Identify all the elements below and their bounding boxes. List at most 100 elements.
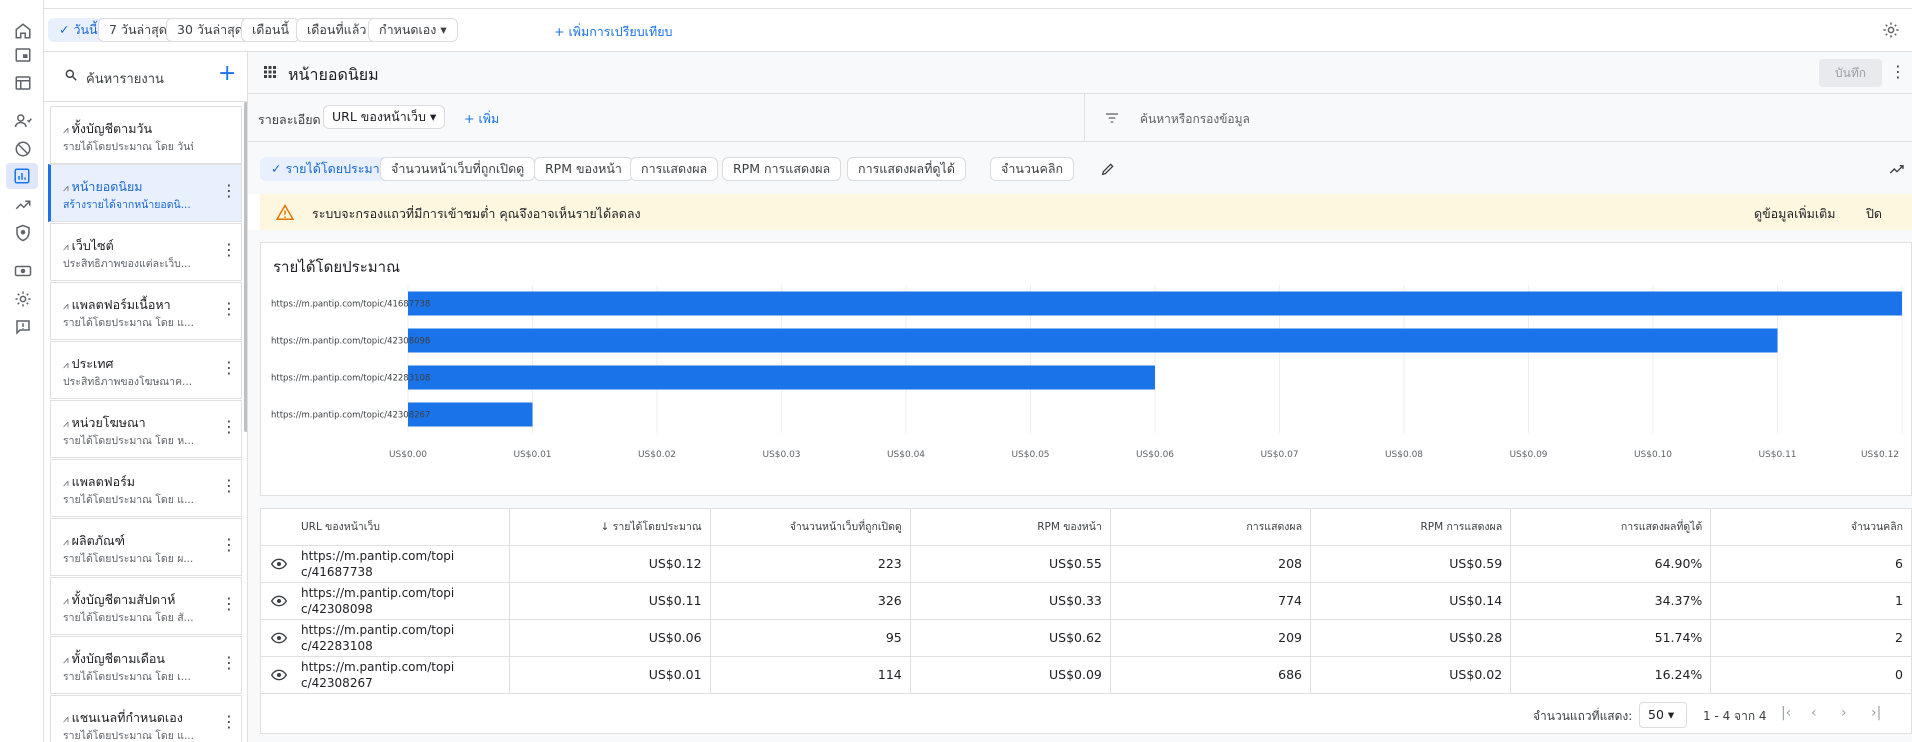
report-item[interactable]: ⩘ ทั้งบัญชีตามวัน รายได้โดยประมาณ โดย วันท… — [50, 106, 242, 164]
column-header[interactable]: จำนวนคลิก — [1710, 509, 1911, 546]
edit-icon[interactable] — [1100, 161, 1116, 177]
chart-line-icon: ⩘ — [63, 360, 69, 371]
value-cell: US$0.06 — [509, 619, 711, 657]
search-input[interactable]: ค้นหารายงาน — [86, 68, 164, 89]
ads-icon[interactable] — [14, 46, 32, 64]
chart-line-icon: ⩘ — [63, 301, 69, 312]
data-table: URL ของหน้าเว็บ ↓ รายได้โดยประมาณ จำนวนหน้… — [261, 509, 1911, 694]
eye-icon[interactable] — [270, 558, 288, 570]
bar[interactable] — [408, 291, 1902, 316]
prev-page-icon[interactable]: ‹ — [1811, 705, 1817, 721]
url-text: https://m.pantip.com/topic/42308267 — [301, 659, 455, 690]
value-cell: 64.90% — [1510, 545, 1712, 583]
more-vert-icon[interactable]: ⋮ — [221, 419, 237, 435]
report-item[interactable]: ⩘ แชนเนลที่กำหนดเอง รายได้โดยประมาณ โดย แ.… — [50, 695, 242, 742]
filter-input[interactable]: ค้นหาหรือกรองข้อมูล — [1140, 110, 1250, 129]
value-cell: 1 — [1710, 582, 1911, 620]
chart-line-icon: ⩘ — [63, 655, 69, 666]
more-vert-icon[interactable]: ⋮ — [221, 242, 237, 258]
feedback-icon[interactable] — [14, 318, 32, 336]
sites-icon[interactable] — [14, 74, 32, 92]
more-vert-icon[interactable]: ⋮ — [221, 183, 237, 199]
settings-icon[interactable] — [14, 290, 32, 308]
eye-icon[interactable] — [270, 669, 288, 681]
value-cell: 0 — [1710, 656, 1911, 694]
data-table-card: URL ของหน้าเว็บ ↓ รายได้โดยประมาณ จำนวนหน้… — [260, 508, 1912, 734]
block-icon[interactable] — [14, 140, 32, 158]
bar[interactable] — [408, 365, 1155, 390]
column-header[interactable]: การแสดงผล — [1110, 509, 1312, 546]
x-tick-label: US$0.04 — [887, 450, 925, 460]
chip-this-month[interactable]: เดือนนี้ — [241, 18, 300, 42]
chart-line-icon: ⩘ — [63, 537, 69, 548]
more-vert-icon[interactable]: ⋮ — [1890, 62, 1906, 81]
table-row: https://m.pantip.com/topic/42308267 US$0.… — [261, 656, 1911, 694]
metric-chip-impressions[interactable]: การแสดงผล — [630, 157, 719, 181]
more-vert-icon[interactable]: ⋮ — [221, 478, 237, 494]
more-vert-icon[interactable]: ⋮ — [221, 537, 237, 553]
x-tick-label: US$0.11 — [1758, 450, 1796, 460]
gear-icon[interactable] — [1882, 21, 1902, 41]
metric-chip-impression-rpm[interactable]: RPM การแสดงผล — [722, 157, 842, 181]
report-item[interactable]: ⩘ ทั้งบัญชีตามเดือน รายได้โดยประมาณ โดย เ.… — [50, 636, 242, 694]
reports-icon[interactable] — [6, 163, 38, 189]
optimization-icon[interactable] — [14, 196, 32, 214]
report-item[interactable]: ⩘ เว็บไซต์ ประสิทธิภาพของแต่ละเว็บ... ⋮ — [50, 223, 242, 281]
add-dimension-link[interactable]: + เพิ่ม — [464, 109, 499, 129]
dimension-dropdown[interactable]: URL ของหน้าเว็บ ▾ — [323, 105, 446, 129]
more-vert-icon[interactable]: ⋮ — [221, 714, 237, 730]
metric-chip-pageviews[interactable]: จำนวนหน้าเว็บที่ถูกเปิดดู — [380, 157, 536, 181]
more-vert-icon[interactable]: ⋮ — [221, 596, 237, 612]
report-item-active[interactable]: ⩘ หน้ายอดนิยม สร้างรายได้จากหน้ายอดนิ... ⋮ — [48, 164, 242, 222]
report-item[interactable]: ⩘ แพลตฟอร์มเนื้อหา รายได้โดยประมาณ โดย แ..… — [50, 282, 242, 340]
y-tick-label: https://m.pantip.com/topic/42308098 — [271, 337, 430, 347]
report-item[interactable]: ⩘ หน่วยโฆษณา รายได้โดยประมาณ โดย ห... ⋮ — [50, 400, 242, 458]
rows-per-page-select[interactable]: 50 ▾ — [1639, 702, 1687, 728]
more-vert-icon[interactable]: ⋮ — [221, 360, 237, 376]
eye-icon[interactable] — [270, 595, 288, 607]
url-text: https://m.pantip.com/topic/41687738 — [301, 548, 455, 579]
apps-grid-icon[interactable] — [264, 66, 278, 80]
column-header[interactable]: การแสดงผลที่ดูได้ — [1510, 509, 1712, 546]
report-item[interactable]: ⩘ แพลตฟอร์ม รายได้โดยประมาณ โดย แ... ⋮ — [50, 459, 242, 517]
report-item[interactable]: ⩘ ทั้งบัญชีตามสัปดาห์ รายได้โดยประมาณ โดย … — [50, 577, 242, 635]
last-page-icon[interactable]: ›| — [1871, 705, 1881, 721]
metric-chip-clicks[interactable]: จำนวนคลิก — [990, 157, 1075, 181]
add-comparison-link[interactable]: + เพิ่มการเปรียบเทียบ — [554, 22, 672, 42]
privacy-icon[interactable] — [14, 112, 32, 130]
metric-chip-page-rpm[interactable]: RPM ของหน้า — [534, 157, 633, 181]
column-header[interactable]: RPM ของหน้า — [910, 509, 1111, 546]
add-report-button[interactable]: + — [218, 62, 236, 86]
caret-down-icon: ▾ — [429, 109, 437, 124]
column-header[interactable]: URL ของหน้าเว็บ — [261, 509, 511, 546]
save-button[interactable]: บันทึก — [1819, 59, 1882, 87]
report-item[interactable]: ⩘ ประเทศ ประสิทธิภาพของโฆษณาค... ⋮ — [50, 341, 242, 399]
value-cell: US$0.14 — [1310, 582, 1512, 620]
trend-icon[interactable] — [1888, 161, 1906, 177]
eye-icon[interactable] — [270, 632, 288, 644]
value-cell: 686 — [1110, 656, 1312, 694]
report-search[interactable]: ค้นหารายงาน + — [44, 52, 247, 102]
column-header[interactable]: จำนวนหน้าเว็บที่ถูกเปิดดู — [710, 509, 911, 546]
metric-chip-viewable[interactable]: การแสดงผลที่ดูได้ — [847, 157, 966, 181]
next-page-icon[interactable]: › — [1841, 705, 1847, 721]
chip-custom[interactable]: กำหนดเอง ▾ — [368, 18, 458, 42]
column-header[interactable]: ↓ รายได้โดยประมาณ — [509, 509, 711, 546]
more-vert-icon[interactable]: ⋮ — [221, 655, 237, 671]
shield-icon[interactable] — [14, 224, 32, 242]
first-page-icon[interactable]: |‹ — [1781, 705, 1791, 721]
dismiss-button[interactable]: ปิด — [1866, 204, 1882, 224]
report-item[interactable]: ⩘ ผลิตภัณฑ์ รายได้โดยประมาณ โดย ผ... ⋮ — [50, 518, 242, 576]
column-header[interactable]: RPM การแสดงผล — [1310, 509, 1512, 546]
home-icon[interactable] — [14, 22, 32, 40]
page-title: หน้ายอดนิยม — [288, 65, 379, 84]
page-range: 1 - 4 จาก 4 — [1703, 709, 1767, 723]
learn-more-link[interactable]: ดูข้อมูลเพิ่มเติม — [1754, 204, 1835, 224]
payments-icon[interactable] — [14, 262, 32, 280]
chart-line-icon: ⩘ — [63, 125, 69, 136]
more-vert-icon[interactable]: ⋮ — [221, 301, 237, 317]
x-tick-label: US$0.09 — [1509, 450, 1547, 460]
value-cell: 326 — [710, 582, 911, 620]
chip-last-month[interactable]: เดือนที่แล้ว — [296, 18, 378, 42]
bar[interactable] — [408, 328, 1778, 353]
